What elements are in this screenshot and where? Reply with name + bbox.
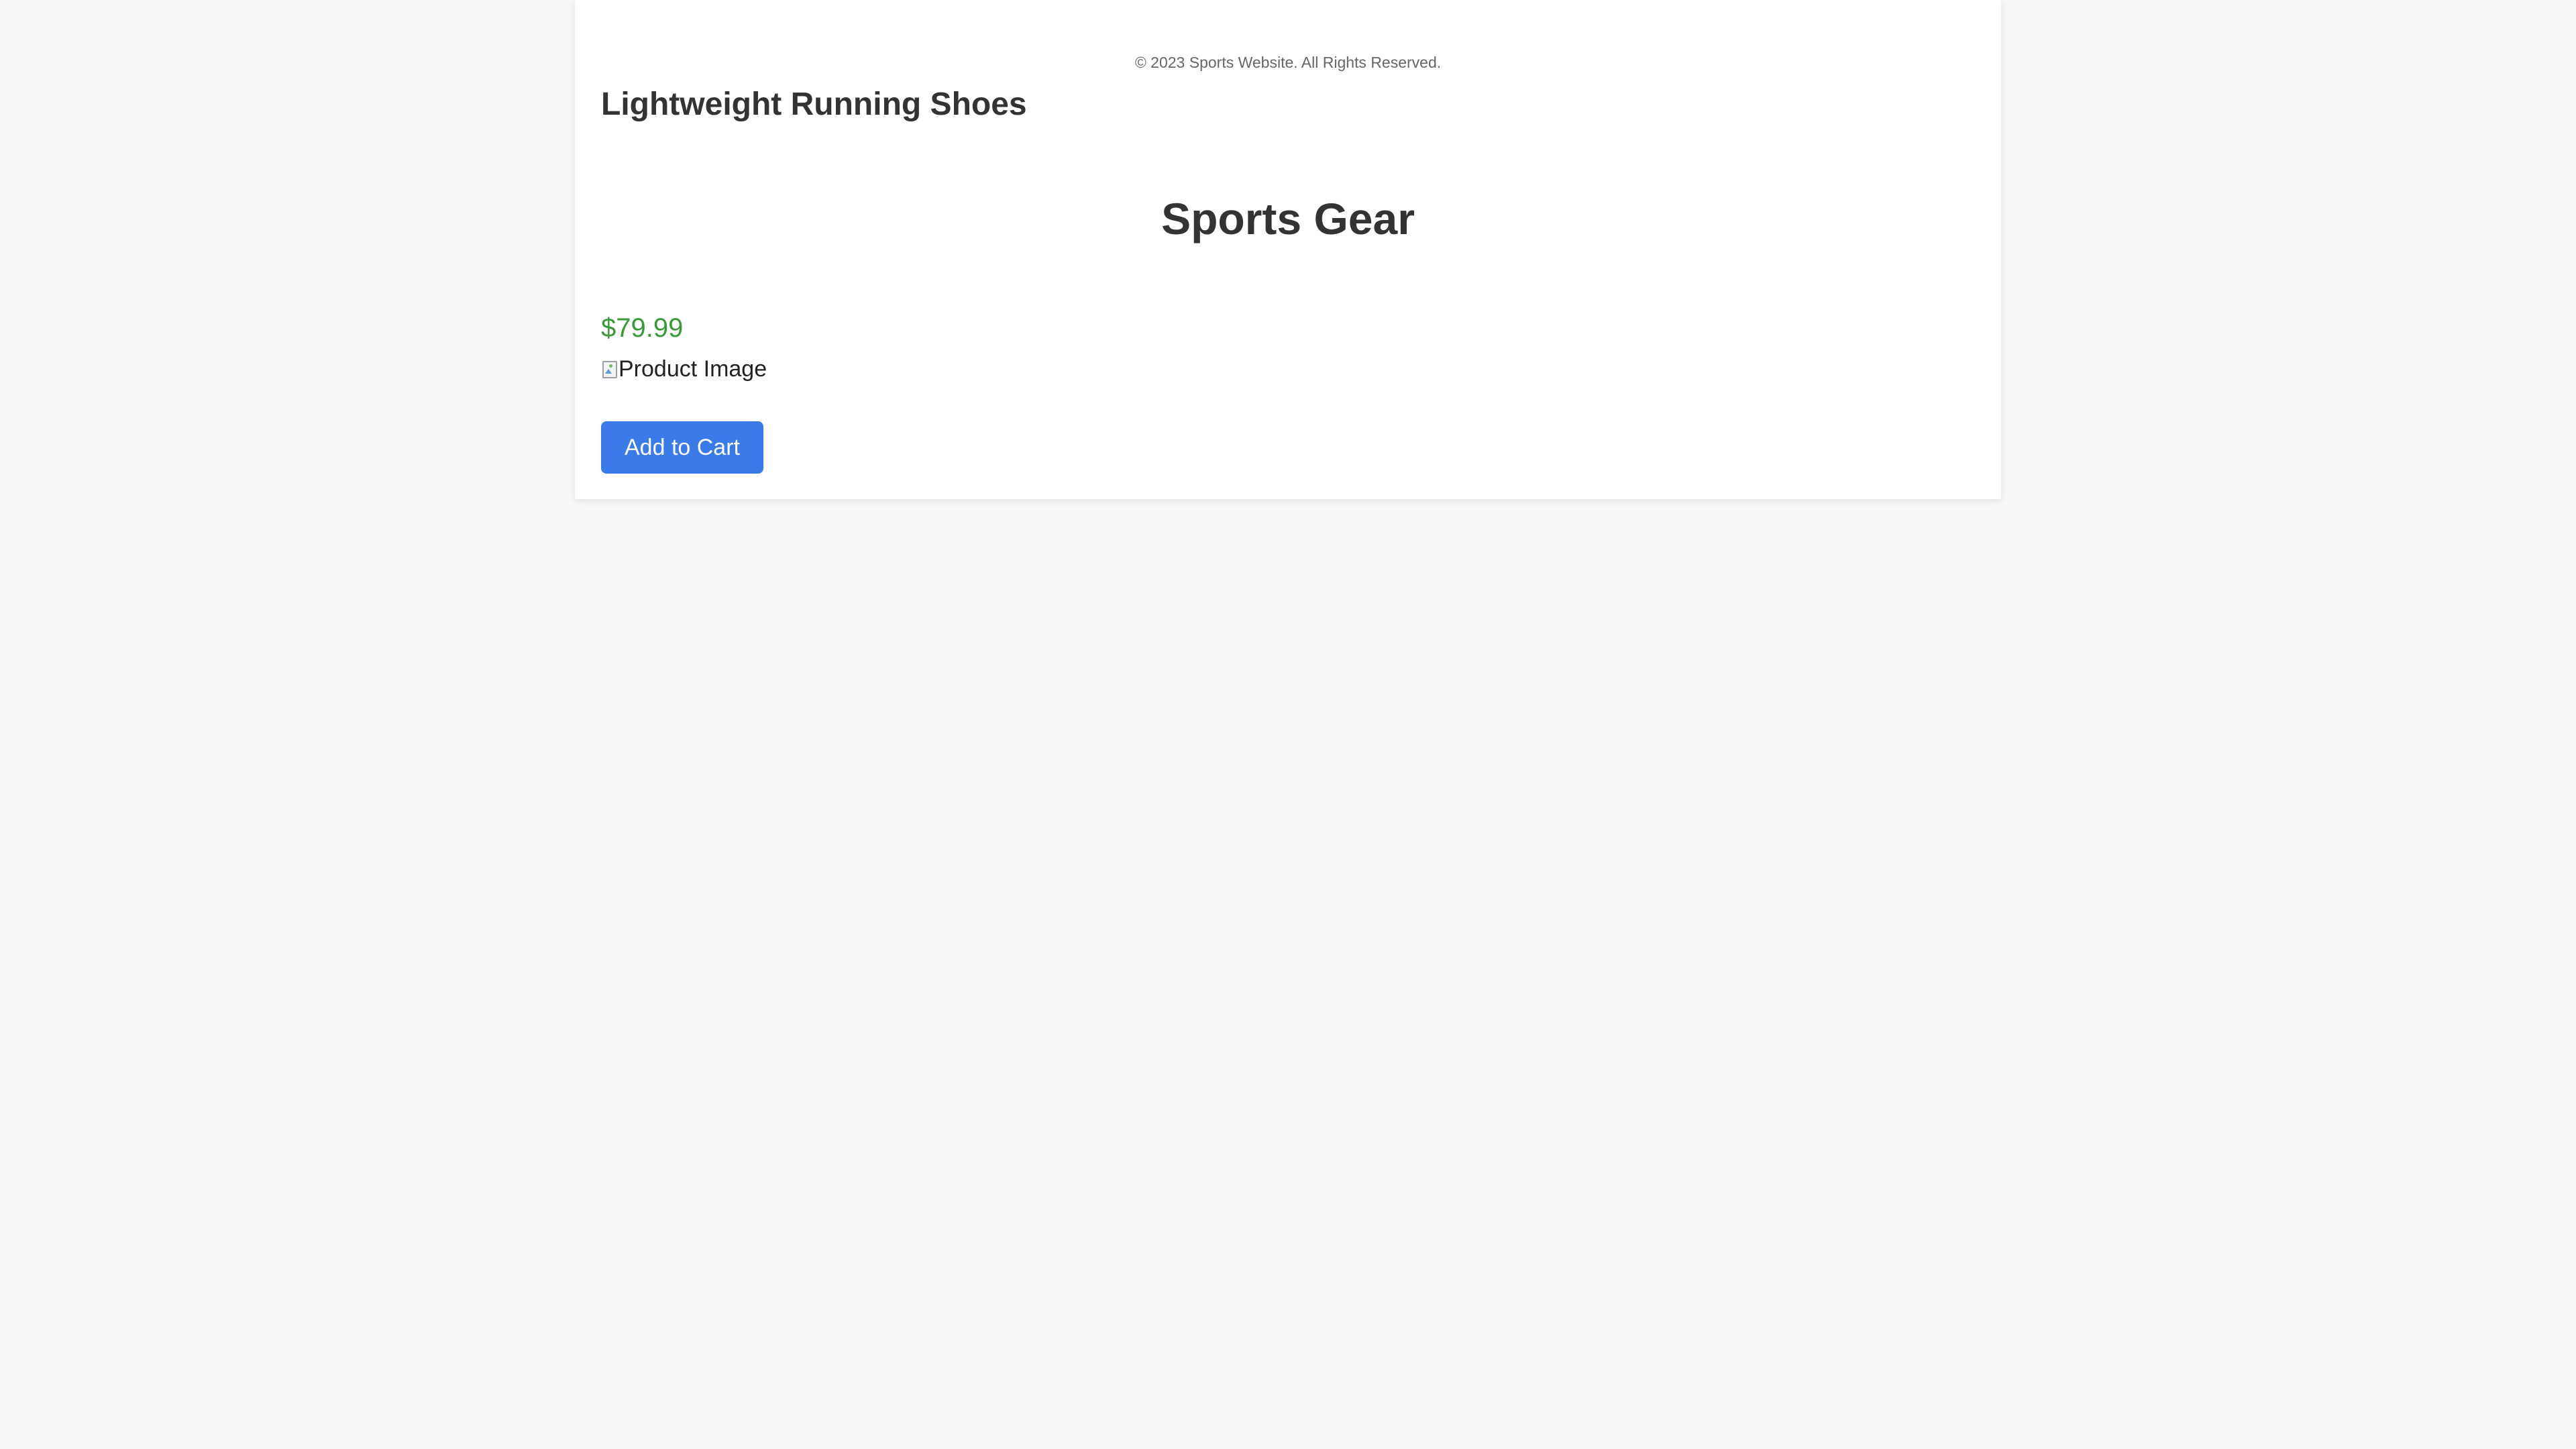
- site-heading: Sports Gear: [1161, 194, 1415, 244]
- product-image-alt-text: Product Image: [619, 356, 767, 382]
- product-card: © 2023 Sports Website. All Rights Reserv…: [575, 0, 2001, 499]
- product-price: $79.99: [601, 313, 684, 343]
- broken-image-icon: [601, 360, 619, 378]
- add-to-cart-button[interactable]: Add to Cart: [601, 421, 763, 474]
- product-title: Lightweight Running Shoes: [601, 87, 1027, 122]
- product-image: Product Image: [601, 354, 767, 384]
- copyright-text: © 2023 Sports Website. All Rights Reserv…: [1134, 54, 1442, 71]
